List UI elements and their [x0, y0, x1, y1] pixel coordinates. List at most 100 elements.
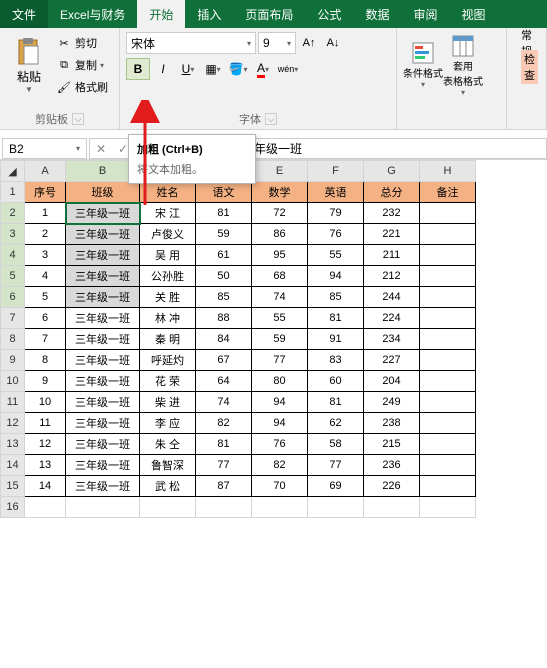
- cell[interactable]: 85: [308, 287, 364, 308]
- cell[interactable]: 三年级一班: [66, 455, 140, 476]
- cell[interactable]: 77: [196, 455, 252, 476]
- cell[interactable]: 74: [252, 287, 308, 308]
- cell[interactable]: 14: [25, 476, 66, 497]
- cell[interactable]: 三年级一班: [66, 224, 140, 245]
- cell[interactable]: 81: [308, 392, 364, 413]
- cell[interactable]: 88: [196, 308, 252, 329]
- cell[interactable]: 公孙胜: [140, 266, 196, 287]
- cell[interactable]: 221: [364, 224, 420, 245]
- conditional-format-button[interactable]: 条件格式▾: [403, 32, 443, 98]
- cell[interactable]: 234: [364, 329, 420, 350]
- select-all-corner[interactable]: ◢: [1, 161, 25, 182]
- col-header-G[interactable]: G: [364, 161, 420, 182]
- cell[interactable]: 6: [25, 308, 66, 329]
- cell[interactable]: 卢俊义: [140, 224, 196, 245]
- row-header[interactable]: 3: [1, 224, 25, 245]
- cell[interactable]: 81: [196, 434, 252, 455]
- cell[interactable]: 三年级一班: [66, 203, 140, 224]
- cell[interactable]: 三年级一班: [66, 266, 140, 287]
- row-header[interactable]: 6: [1, 287, 25, 308]
- cell[interactable]: 59: [196, 224, 252, 245]
- cell[interactable]: 朱 仝: [140, 434, 196, 455]
- cell[interactable]: 76: [308, 224, 364, 245]
- cell[interactable]: 91: [308, 329, 364, 350]
- cell[interactable]: 三年级一班: [66, 308, 140, 329]
- cell[interactable]: 总分: [364, 182, 420, 203]
- cell[interactable]: 三年级一班: [66, 245, 140, 266]
- cell[interactable]: 4: [25, 266, 66, 287]
- cell[interactable]: 85: [196, 287, 252, 308]
- cell[interactable]: [420, 287, 476, 308]
- cell[interactable]: 58: [308, 434, 364, 455]
- row-header[interactable]: 7: [1, 308, 25, 329]
- font-name-select[interactable]: 宋体▾: [126, 32, 256, 54]
- tab-excel-finance[interactable]: Excel与财务: [48, 0, 137, 28]
- cell[interactable]: 三年级一班: [66, 287, 140, 308]
- cell[interactable]: 77: [252, 350, 308, 371]
- row-header[interactable]: 8: [1, 329, 25, 350]
- table-format-button[interactable]: 套用 表格格式▾: [443, 32, 483, 98]
- cell[interactable]: 语文: [196, 182, 252, 203]
- cell[interactable]: 3: [25, 245, 66, 266]
- cell[interactable]: 62: [308, 413, 364, 434]
- tab-data[interactable]: 数据: [353, 0, 401, 28]
- cell[interactable]: [420, 329, 476, 350]
- cell[interactable]: 李 应: [140, 413, 196, 434]
- decrease-font-button[interactable]: A↓: [322, 32, 344, 54]
- font-size-select[interactable]: 9▾: [258, 32, 296, 54]
- cell[interactable]: 84: [196, 329, 252, 350]
- cancel-button[interactable]: ✕: [90, 142, 112, 156]
- cell[interactable]: 76: [252, 434, 308, 455]
- cell[interactable]: 72: [252, 203, 308, 224]
- border-button[interactable]: ▦▾: [201, 58, 225, 80]
- cell[interactable]: 67: [196, 350, 252, 371]
- cell[interactable]: 55: [252, 308, 308, 329]
- cell[interactable]: 61: [196, 245, 252, 266]
- cell[interactable]: 吴 用: [140, 245, 196, 266]
- cut-button[interactable]: ✂剪切: [52, 32, 112, 54]
- cell[interactable]: 224: [364, 308, 420, 329]
- row-header[interactable]: 13: [1, 434, 25, 455]
- col-header-E[interactable]: E: [252, 161, 308, 182]
- row-header[interactable]: 10: [1, 371, 25, 392]
- cell[interactable]: 211: [364, 245, 420, 266]
- cell[interactable]: 244: [364, 287, 420, 308]
- cell[interactable]: 212: [364, 266, 420, 287]
- cell[interactable]: 236: [364, 455, 420, 476]
- cell[interactable]: 50: [196, 266, 252, 287]
- cell[interactable]: 60: [308, 371, 364, 392]
- cell[interactable]: 77: [308, 455, 364, 476]
- row-header[interactable]: 4: [1, 245, 25, 266]
- cell[interactable]: 秦 明: [140, 329, 196, 350]
- cell[interactable]: 94: [308, 266, 364, 287]
- tab-view[interactable]: 视图: [449, 0, 497, 28]
- cell[interactable]: 81: [308, 308, 364, 329]
- cell[interactable]: 68: [252, 266, 308, 287]
- row-header[interactable]: 2: [1, 203, 25, 224]
- row-header[interactable]: 9: [1, 350, 25, 371]
- cell[interactable]: [420, 203, 476, 224]
- underline-button[interactable]: U▾: [176, 58, 200, 80]
- cell[interactable]: [420, 224, 476, 245]
- cell[interactable]: 三年级一班: [66, 413, 140, 434]
- tab-formula[interactable]: 公式: [305, 0, 353, 28]
- cell[interactable]: [420, 266, 476, 287]
- cell[interactable]: 86: [252, 224, 308, 245]
- tab-layout[interactable]: 页面布局: [233, 0, 305, 28]
- cell[interactable]: 班级: [66, 182, 140, 203]
- cell[interactable]: 82: [196, 413, 252, 434]
- row-header[interactable]: 16: [1, 497, 25, 518]
- bold-button[interactable]: B: [126, 58, 150, 80]
- cell[interactable]: [420, 455, 476, 476]
- cell[interactable]: 呼延灼: [140, 350, 196, 371]
- cell[interactable]: 55: [308, 245, 364, 266]
- cell[interactable]: 9: [25, 371, 66, 392]
- cell[interactable]: 87: [196, 476, 252, 497]
- italic-button[interactable]: I: [151, 58, 175, 80]
- grid[interactable]: ◢ A B C D E F G H 1 序号 班级 姓名 语文 数学 英语 总分…: [0, 160, 476, 518]
- cell[interactable]: 2: [25, 224, 66, 245]
- row-header[interactable]: 15: [1, 476, 25, 497]
- paste-button[interactable]: 粘贴 ▼: [6, 32, 52, 98]
- font-color-button[interactable]: A▾: [251, 58, 275, 80]
- row-header[interactable]: 11: [1, 392, 25, 413]
